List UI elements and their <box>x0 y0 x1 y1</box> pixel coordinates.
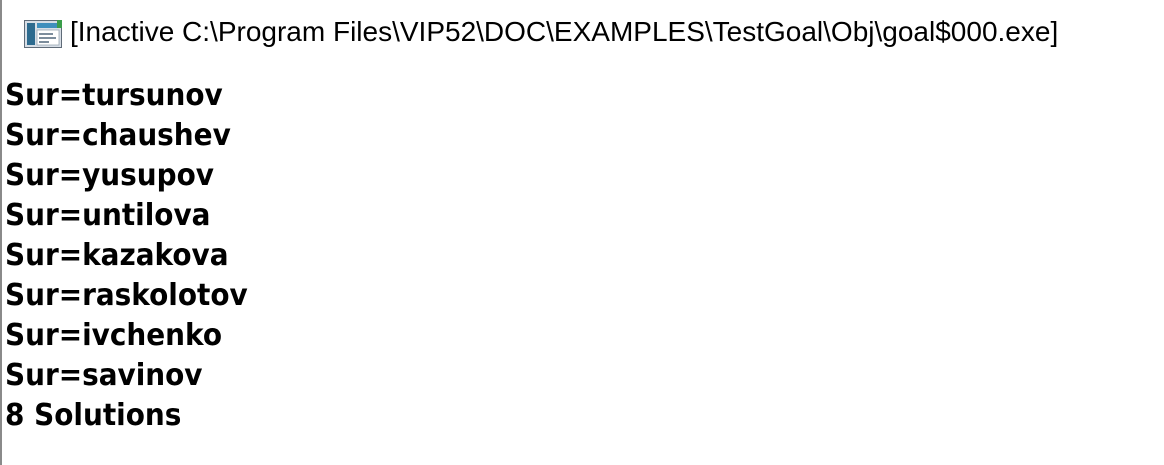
output-line: Sur=kazakova <box>5 238 229 273</box>
solutions-count: 8 Solutions <box>5 398 182 433</box>
output-line: Sur=untilova <box>5 198 211 233</box>
title-bar[interactable]: [Inactive C:\Program Files\VIP52\DOC\EXA… <box>2 0 1162 62</box>
output-line: Sur=tursunov <box>5 78 223 113</box>
console-window: [Inactive C:\Program Files\VIP52\DOC\EXA… <box>0 0 1164 465</box>
output-line: Sur=chaushev <box>5 118 231 153</box>
output-line: Sur=raskolotov <box>5 278 248 313</box>
console-window-icon[interactable] <box>24 20 62 48</box>
output-line: Sur=yusupov <box>5 158 214 193</box>
console-output: Sur=tursunov Sur=chaushev Sur=yusupov Su… <box>5 76 1155 456</box>
output-line: Sur=ivchenko <box>5 318 223 353</box>
output-line: Sur=savinov <box>5 358 203 393</box>
window-title: [Inactive C:\Program Files\VIP52\DOC\EXA… <box>70 16 1059 47</box>
